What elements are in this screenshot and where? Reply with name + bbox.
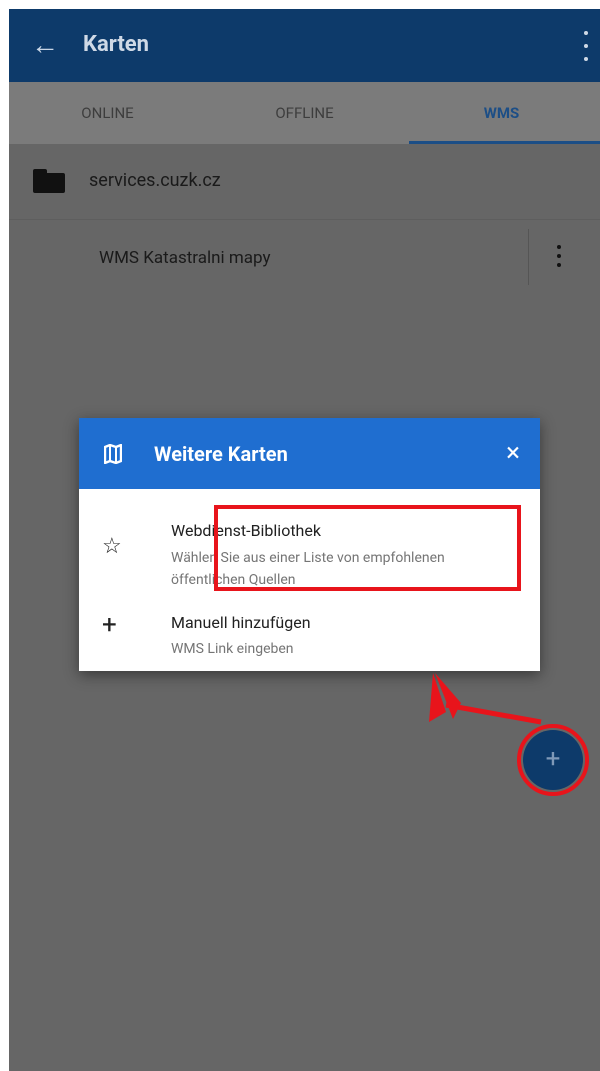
list-item-map[interactable]: WMS Katastralni mapy	[9, 219, 600, 297]
plus-icon: +	[102, 610, 117, 640]
folder-label: services.cuzk.cz	[89, 170, 221, 191]
dialog-title: Weitere Karten	[154, 442, 288, 466]
option-add-manually[interactable]: + Manuell hinzufügen WMS Link eingeben	[79, 600, 540, 660]
folder-icon	[33, 169, 65, 193]
option-subtitle: WMS Link eingeben	[171, 641, 294, 657]
tab-online[interactable]: ONLINE	[9, 82, 206, 144]
more-maps-dialog: Weitere Karten × ☆ Webdienst-Bibliothek …	[79, 418, 540, 671]
dialog-header: Weitere Karten ×	[79, 418, 540, 489]
map-icon	[104, 444, 122, 464]
star-icon: ☆	[102, 534, 122, 559]
more-vert-icon[interactable]	[556, 245, 562, 267]
page-title: Karten	[83, 32, 150, 57]
tab-wms[interactable]: WMS	[403, 82, 600, 144]
app-screen: ← Karten ONLINE OFFLINE WMS services.cuz…	[9, 9, 600, 1071]
top-app-bar: ← Karten	[9, 9, 600, 82]
annotation-highlight-box	[214, 505, 521, 591]
more-vert-icon[interactable]	[582, 31, 590, 61]
option-title: Manuell hinzufügen	[171, 613, 311, 632]
row-divider	[528, 229, 529, 285]
tab-offline[interactable]: OFFLINE	[206, 82, 403, 144]
list-item-folder[interactable]: services.cuzk.cz	[9, 144, 600, 220]
close-icon[interactable]: ×	[506, 438, 520, 468]
back-arrow-icon[interactable]: ←	[31, 27, 59, 63]
map-label: WMS Katastralni mapy	[99, 248, 271, 268]
tab-bar: ONLINE OFFLINE WMS	[9, 82, 600, 144]
annotation-highlight-circle	[517, 724, 589, 796]
